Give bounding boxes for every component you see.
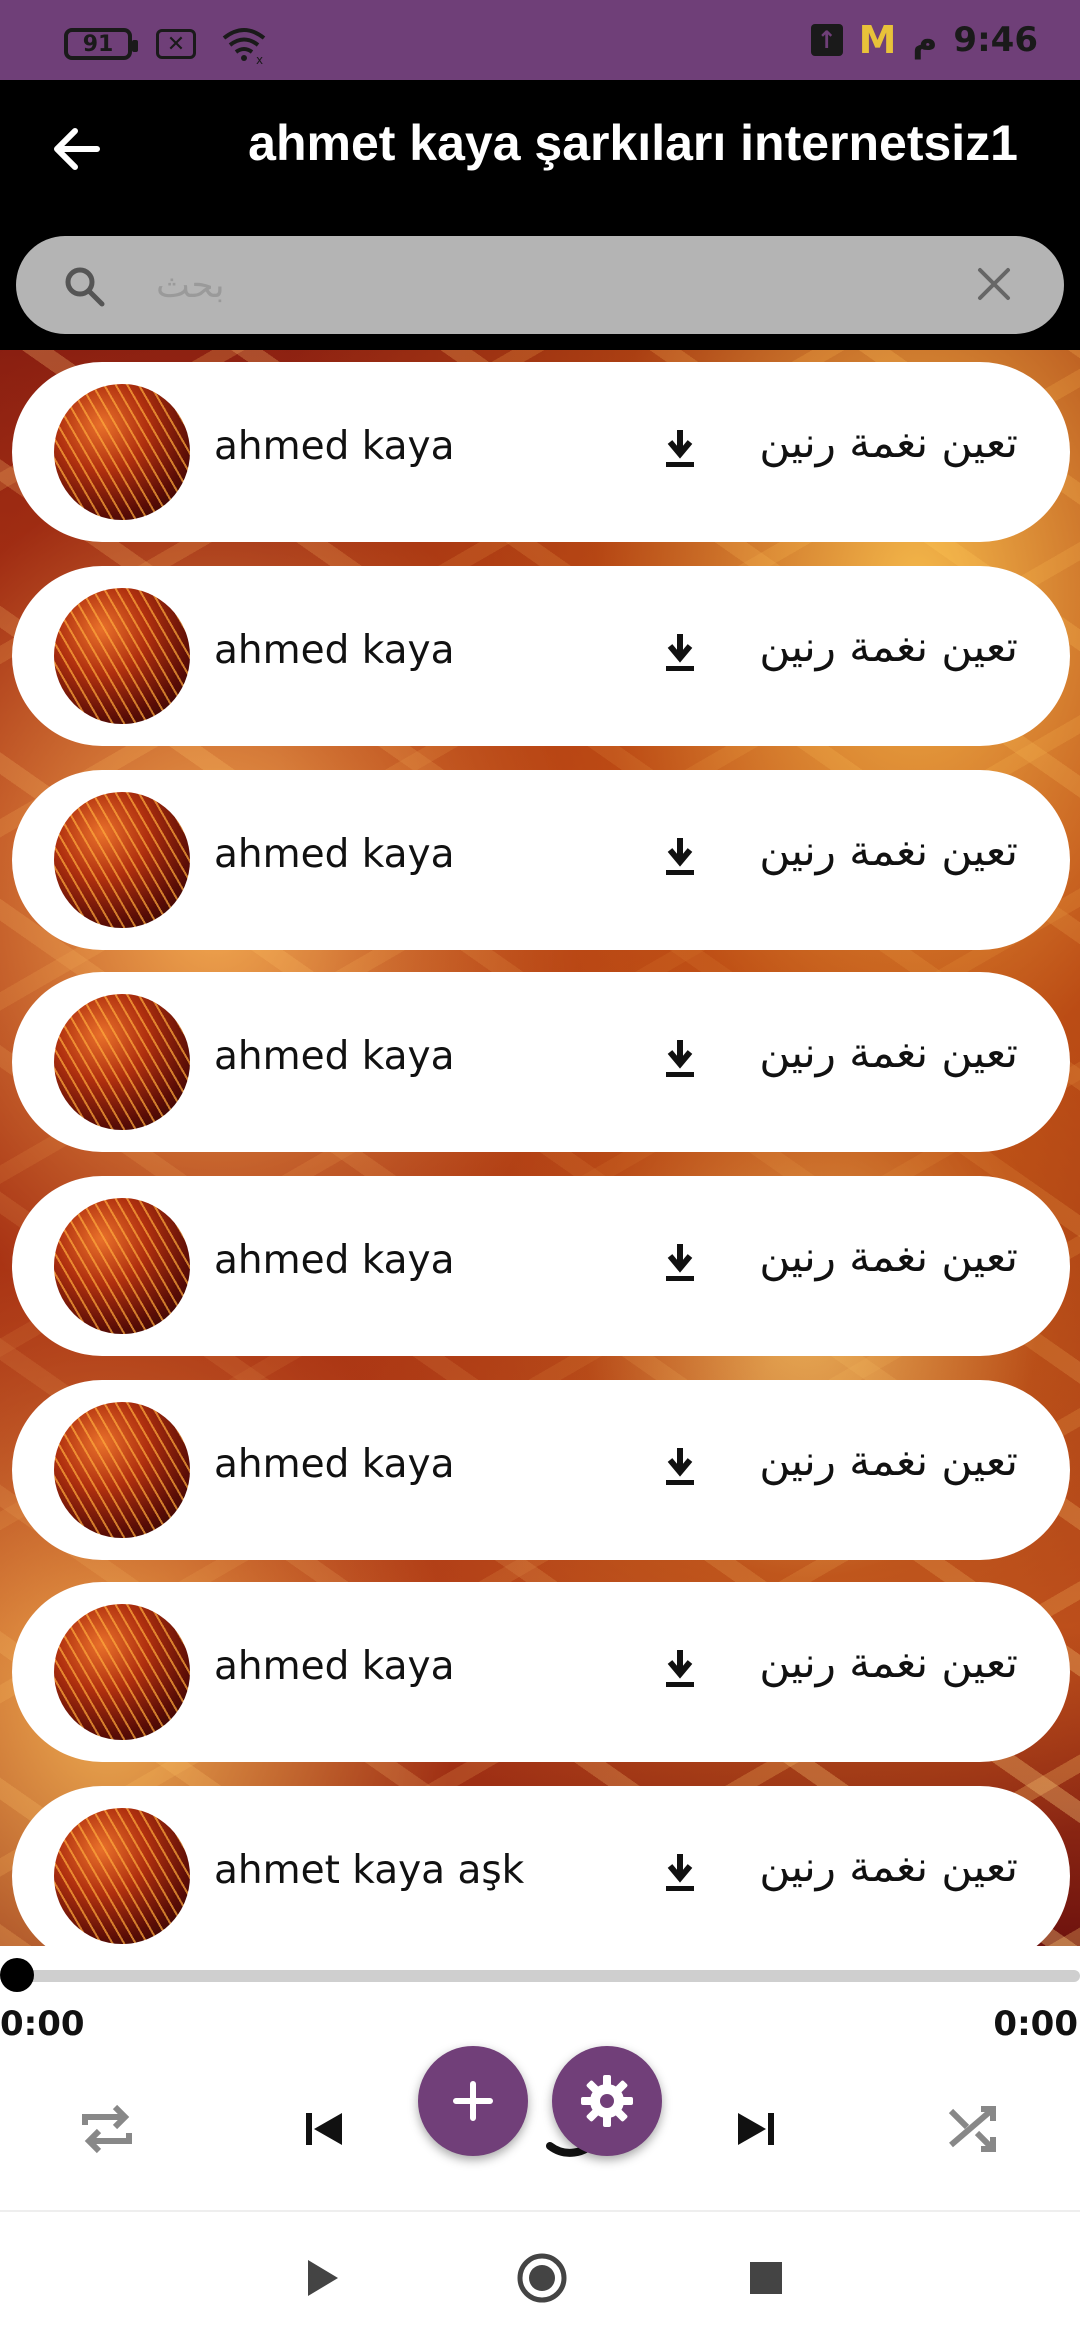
add-icon xyxy=(453,2081,493,2121)
song-title: ahmet kaya aşk xyxy=(214,1848,525,1893)
download-icon[interactable] xyxy=(660,1242,700,1286)
set-ringtone-button[interactable]: تعين نغمة رنين xyxy=(759,1638,1018,1687)
system-nav-bar xyxy=(0,2210,1080,2340)
set-ringtone-button[interactable]: تعين نغمة رنين xyxy=(759,826,1018,875)
set-ringtone-button[interactable]: تعين نغمة رنين xyxy=(759,1028,1018,1077)
song-thumbnail xyxy=(54,994,190,1130)
search-bar[interactable] xyxy=(16,236,1064,334)
set-ringtone-button[interactable]: تعين نغمة رنين xyxy=(759,1436,1018,1485)
list-item[interactable]: ahmed kaya تعين نغمة رنين xyxy=(12,972,1070,1152)
download-icon[interactable] xyxy=(660,1038,700,1082)
nav-back-button[interactable] xyxy=(292,2248,352,2308)
app-bar: ahmet kaya şarkıları internetsiz1 xyxy=(0,80,1080,236)
play-icon xyxy=(308,2260,338,2296)
list-item[interactable]: ahmed kaya تعين نغمة رنين xyxy=(12,1582,1070,1762)
add-button[interactable] xyxy=(418,2046,528,2156)
song-title: ahmed kaya xyxy=(214,424,455,469)
nav-home-button[interactable] xyxy=(512,2248,572,2308)
song-thumbnail xyxy=(54,384,190,520)
media-player: 0:00 0:00 xyxy=(0,1946,1080,2210)
shuffle-button[interactable] xyxy=(942,2096,1004,2162)
song-thumbnail xyxy=(54,792,190,928)
settings-button[interactable] xyxy=(552,2046,662,2156)
set-ringtone-button[interactable]: تعين نغمة رنين xyxy=(759,622,1018,671)
song-list[interactable]: ahmed kaya تعين نغمة رنين ahmed kaya تعي… xyxy=(0,350,1080,1946)
record-icon xyxy=(517,2253,567,2303)
back-button[interactable] xyxy=(44,116,110,182)
battery-level: 91 xyxy=(82,31,114,57)
song-thumbnail xyxy=(54,1808,190,1944)
nav-recents-button[interactable] xyxy=(736,2248,796,2308)
set-ringtone-button[interactable]: تعين نغمة رنين xyxy=(759,1842,1018,1891)
seek-bar[interactable] xyxy=(14,1970,1080,1982)
battery-icon: 91 xyxy=(64,28,138,60)
song-thumbnail xyxy=(54,1402,190,1538)
shuffle-icon xyxy=(948,2106,996,2152)
search-icon xyxy=(65,267,105,307)
stop-icon xyxy=(750,2262,782,2294)
clear-search-button[interactable] xyxy=(968,258,1020,310)
upload-icon: ↑ xyxy=(810,24,843,56)
svg-text:x: x xyxy=(256,53,263,64)
list-item[interactable]: ahmed kaya تعين نغمة رنين xyxy=(12,362,1070,542)
list-item[interactable]: ahmet kaya aşk تعين نغمة رنين xyxy=(12,1786,1070,1946)
download-icon[interactable] xyxy=(660,1446,700,1490)
song-title: ahmed kaya xyxy=(214,628,455,673)
settings-icon xyxy=(581,2075,633,2127)
set-ringtone-button[interactable]: تعين نغمة رنين xyxy=(759,418,1018,467)
set-ringtone-button[interactable]: تعين نغمة رنين xyxy=(759,1232,1018,1281)
total-time: 0:00 xyxy=(993,2004,1078,2044)
download-icon[interactable] xyxy=(660,632,700,676)
wifi-icon: x xyxy=(222,28,266,64)
next-button[interactable] xyxy=(728,2096,784,2162)
song-thumbnail xyxy=(54,1604,190,1740)
arrow-back-icon xyxy=(54,128,100,170)
current-time: 0:00 xyxy=(0,2004,85,2044)
list-item[interactable]: ahmed kaya تعين نغمة رنين xyxy=(12,1380,1070,1560)
song-title: ahmed kaya xyxy=(214,1644,455,1689)
download-icon[interactable] xyxy=(660,428,700,472)
no-sim-icon: ✕ xyxy=(156,29,196,59)
download-icon[interactable] xyxy=(660,1648,700,1692)
download-icon[interactable] xyxy=(660,1852,700,1896)
close-icon xyxy=(978,268,1010,300)
list-item[interactable]: ahmed kaya تعين نغمة رنين xyxy=(12,566,1070,746)
download-icon[interactable] xyxy=(660,836,700,880)
previous-button[interactable] xyxy=(296,2096,352,2162)
status-period: م xyxy=(912,20,938,60)
m-logo-icon: M xyxy=(858,18,897,62)
seek-thumb[interactable] xyxy=(0,1958,34,1992)
list-item[interactable]: ahmed kaya تعين نغمة رنين xyxy=(12,1176,1070,1356)
song-title: ahmed kaya xyxy=(214,832,455,877)
repeat-icon xyxy=(82,2104,132,2154)
song-thumbnail xyxy=(54,588,190,724)
repeat-button[interactable] xyxy=(74,2096,140,2162)
search-input[interactable] xyxy=(156,250,956,320)
search-container xyxy=(0,236,1080,350)
song-title: ahmed kaya xyxy=(214,1238,455,1283)
skip-previous-icon xyxy=(306,2113,342,2145)
song-title: ahmed kaya xyxy=(214,1442,455,1487)
status-bar: 91 ✕ x ↑ M م 9:46 xyxy=(0,0,1080,80)
skip-next-icon xyxy=(738,2113,774,2145)
song-title: ahmed kaya xyxy=(214,1034,455,1079)
status-time: 9:46 xyxy=(953,20,1038,60)
song-thumbnail xyxy=(54,1198,190,1334)
page-title: ahmet kaya şarkıları internetsiz1 xyxy=(248,115,1018,171)
list-item[interactable]: ahmed kaya تعين نغمة رنين xyxy=(12,770,1070,950)
